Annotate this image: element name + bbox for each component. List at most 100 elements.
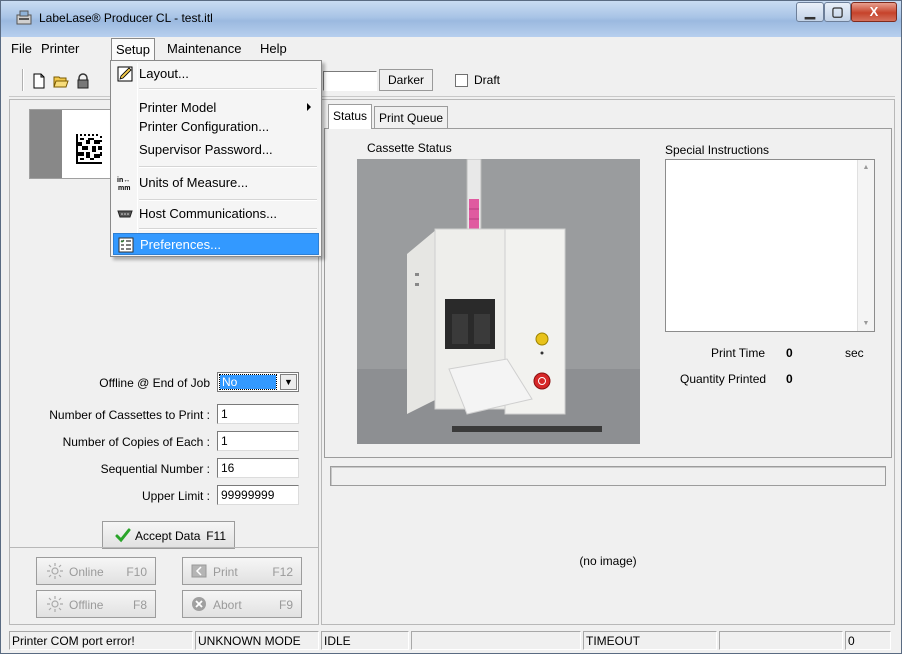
menu-separator: [139, 228, 317, 230]
cassettes-label: Number of Cassettes to Print :: [49, 408, 210, 422]
panel-divider: [10, 547, 318, 548]
menu-item-units-of-measure[interactable]: in↔ mm Units of Measure...: [113, 172, 319, 194]
print-time-label: Print Time: [711, 346, 766, 360]
quantity-printed-value: 0: [786, 372, 793, 386]
status-cell-empty-2: [719, 631, 843, 650]
status-count: 0: [845, 631, 891, 650]
minimize-button[interactable]: ▁: [796, 2, 824, 22]
menu-item-label: Units of Measure...: [139, 175, 249, 190]
status-timeout: TIMEOUT: [583, 631, 717, 650]
svg-text:in↔: in↔: [117, 177, 130, 184]
scroll-down-icon[interactable]: ▼: [858, 320, 874, 327]
chevron-down-icon[interactable]: ▼: [280, 374, 297, 390]
close-button[interactable]: X: [851, 2, 897, 22]
menu-setup[interactable]: Setup: [111, 38, 155, 60]
offline-button[interactable]: Offline F8: [36, 590, 156, 618]
upper-limit-label: Upper Limit :: [141, 489, 210, 503]
layout-pencil-icon: [117, 66, 133, 82]
online-button[interactable]: Online F10: [36, 557, 156, 585]
darker-button[interactable]: Darker: [379, 69, 433, 91]
cassette-status-label: Cassette Status: [367, 141, 452, 155]
offline-label: Offline: [69, 598, 104, 612]
menu-item-preferences[interactable]: Preferences...: [113, 233, 319, 255]
status-area: Status Print Queue Cassette Status Speci…: [321, 99, 895, 625]
tab-status[interactable]: Status: [328, 104, 373, 129]
cassette-printer-image: [357, 159, 640, 444]
darkness-field[interactable]: [323, 71, 377, 91]
online-key: F10: [126, 565, 147, 579]
menu-item-label: Printer Model: [139, 100, 217, 115]
lock-icon[interactable]: [75, 73, 91, 89]
minimize-icon: ▁: [805, 4, 815, 19]
copies-input[interactable]: [217, 431, 299, 451]
special-instructions-textarea[interactable]: ▲ ▼: [665, 159, 875, 332]
offline-end-label: Offline @ End of Job: [99, 376, 210, 390]
app-logo-icon: [16, 10, 32, 25]
menu-separator: [139, 199, 317, 201]
accept-data-button[interactable]: Accept Data F11: [102, 521, 235, 549]
app-window: LabeLase® Producer CL - test.itl ▁ ▢ X F…: [0, 0, 902, 654]
offline-end-select[interactable]: No ▼: [217, 372, 299, 392]
sun-icon: [47, 563, 63, 579]
special-instructions-label: Special Instructions: [665, 143, 770, 157]
svg-text:mm: mm: [118, 185, 130, 191]
close-icon: X: [869, 4, 879, 19]
sun-icon: [47, 596, 63, 612]
menu-item-printer-configuration[interactable]: Printer Configuration...: [113, 116, 319, 138]
preferences-icon: [118, 237, 134, 253]
print-icon: [191, 564, 207, 578]
units-icon: in↔ mm: [117, 177, 130, 191]
menu-item-label: Supervisor Password...: [139, 142, 273, 157]
maximize-button[interactable]: ▢: [824, 2, 851, 22]
maximize-icon: ▢: [831, 4, 844, 19]
open-folder-icon[interactable]: [53, 73, 69, 89]
menu-item-supervisor-password[interactable]: Supervisor Password...: [113, 139, 319, 161]
print-key: F12: [272, 565, 293, 579]
menu-item-label: Host Communications...: [139, 206, 277, 221]
status-tab-panel: Cassette Status Special Instructions ▲ ▼…: [324, 128, 892, 458]
offline-end-value: No: [219, 374, 277, 390]
menu-item-layout[interactable]: Layout...: [113, 63, 319, 85]
status-message: Printer COM port error!: [9, 631, 193, 650]
abort-button[interactable]: Abort F9: [182, 590, 302, 618]
tab-print-queue[interactable]: Print Queue: [374, 106, 449, 128]
scroll-up-icon[interactable]: ▲: [858, 164, 874, 171]
status-state: IDLE: [321, 631, 409, 650]
menu-item-host-communications[interactable]: Host Communications...: [113, 203, 319, 225]
menu-help[interactable]: Help: [260, 41, 287, 56]
print-time-value: 0: [786, 346, 793, 360]
accept-data-label: Accept Data: [135, 529, 201, 543]
no-image-area: (no image): [324, 492, 892, 622]
new-file-icon[interactable]: [31, 73, 47, 89]
menu-file[interactable]: File: [11, 41, 32, 56]
menu-printer[interactable]: Printer: [41, 41, 79, 56]
menu-bar: File Printer Setup Maintenance Help: [9, 38, 895, 60]
offline-key: F8: [132, 598, 147, 612]
checkmark-icon: [115, 528, 131, 543]
window-title: LabeLase® Producer CL - test.itl: [39, 11, 213, 25]
abort-key: F9: [278, 598, 293, 612]
abort-icon: [192, 597, 206, 611]
online-label: Online: [69, 565, 104, 579]
status-cell-empty-1: [411, 631, 581, 650]
special-instructions-scrollbar[interactable]: ▲ ▼: [857, 160, 874, 331]
sequential-input[interactable]: [217, 458, 299, 478]
menu-item-label: Preferences...: [140, 237, 221, 252]
datamatrix-barcode-icon: [76, 134, 102, 164]
print-button[interactable]: Print F12: [182, 557, 302, 585]
accept-data-key: F11: [206, 529, 226, 543]
cassettes-input[interactable]: [217, 404, 299, 424]
abort-label: Abort: [213, 598, 242, 612]
preview-margin: [30, 110, 62, 178]
serial-cable-icon: [117, 210, 133, 218]
menu-separator: [139, 166, 317, 168]
status-mode: UNKNOWN MODE: [195, 631, 319, 650]
menu-separator: [139, 88, 317, 90]
upper-limit-input[interactable]: [217, 485, 299, 505]
menu-item-label: Layout...: [139, 66, 189, 81]
menu-maintenance[interactable]: Maintenance: [167, 41, 241, 56]
title-bar[interactable]: LabeLase® Producer CL - test.itl ▁ ▢ X: [1, 1, 901, 37]
draft-checkbox[interactable]: [455, 74, 468, 87]
print-time-unit: sec: [845, 346, 864, 360]
print-label: Print: [213, 565, 238, 579]
